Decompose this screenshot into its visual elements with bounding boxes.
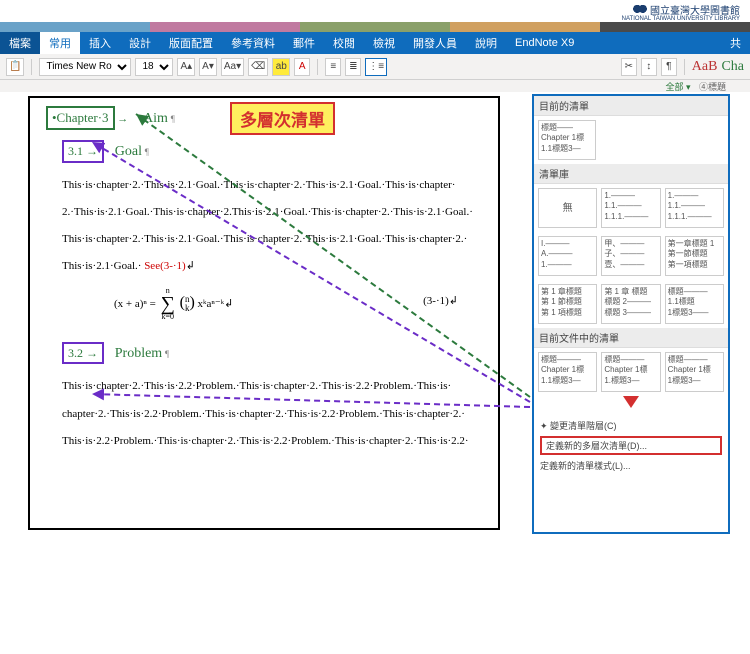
style-heading[interactable]: Cha (721, 59, 744, 75)
decorative-stripe (0, 22, 750, 32)
tab-endnote[interactable]: EndNote X9 (506, 32, 583, 54)
tab-insert[interactable]: 插入 (80, 32, 120, 54)
list-library-item[interactable]: 1.——— 1.1.——— 1.1.1.——— (665, 188, 724, 228)
document-page: •Chapter·3 → Aim 3.1 → Goal This·is·chap… (28, 96, 500, 530)
ribbon-toolbar: 📋 Times New Ro 18 A▴ A▾ Aa▾ ⌫ ab A ≡ ≣ ⋮… (0, 54, 750, 80)
see-reference: See(3-·1) (144, 260, 186, 272)
tab-view[interactable]: 檢視 (364, 32, 404, 54)
body-para-2: 2.·This·is·2.1·Goal.·This·is·chapter·2.T… (62, 204, 480, 221)
shrink-font-icon[interactable]: A▾ (199, 58, 217, 76)
bullets-icon[interactable]: ≡ (325, 58, 341, 76)
tab-developer[interactable]: 開發人員 (404, 32, 466, 54)
doc-list-item[interactable]: 標題——— Chapter 1標 1.標題3— (601, 352, 660, 392)
tab-mailings[interactable]: 郵件 (284, 32, 324, 54)
list-library-none[interactable]: 無 (538, 188, 597, 228)
library-header: 國立臺灣大學圖書館 NATIONAL TAIWAN UNIVERSITY LIB… (0, 0, 750, 22)
biaoti-label: ④標題 (699, 82, 726, 92)
chapter-3-title: Aim (143, 111, 168, 126)
list-library-item[interactable]: I.——— A.——— 1.——— (538, 236, 597, 276)
body-para-1: This·is·chapter·2.·This·is·2.1·Goal.·Thi… (62, 177, 480, 194)
section-document-lists: 目前文件中的清單 (534, 328, 728, 348)
ribbon-subrow: 全部 ▾ ④標題 (0, 80, 750, 92)
showmarks-icon[interactable]: ¶ (661, 58, 677, 76)
section-3-2-number: 3.2 → (62, 342, 104, 365)
body-para-5: This·is·chapter·2.·This·is·2.2·Problem.·… (62, 378, 480, 395)
paste-icon[interactable]: 📋 (6, 58, 24, 76)
section-current-list: 目前的清單 (534, 96, 728, 116)
multilevel-list-icon[interactable]: ⋮≡ (365, 58, 387, 76)
grow-font-icon[interactable]: A▴ (177, 58, 195, 76)
multilevel-list-callout: 多層次清單 (230, 102, 335, 135)
body-para-3: This·is·chapter·2.·This·is·2.1·Goal.·Thi… (62, 231, 480, 248)
tab-file[interactable]: 檔案 (0, 32, 40, 54)
section-3-1-title: Goal (115, 144, 142, 159)
list-library-item[interactable]: 第 1 章標題 第 1 節標題 第 1 項標題 (538, 284, 597, 324)
sort-icon[interactable]: ↕ (641, 58, 657, 76)
doc-list-item[interactable]: 標題——— Chapter 1標 1標題3— (665, 352, 724, 392)
doc-list-item[interactable]: 標題——— Chapter 1標 1.1標題3— (538, 352, 597, 392)
quan-label[interactable]: 全部 ▾ (665, 82, 690, 92)
highlight-icon[interactable]: ab (272, 58, 290, 76)
section-3-1-number: 3.1 → (62, 140, 104, 163)
font-name-select[interactable]: Times New Ro (39, 58, 131, 76)
change-list-level[interactable]: ✦ 變更清單階層(C) (540, 419, 722, 432)
section-3-2-title: Problem (115, 346, 162, 361)
list-library-item[interactable]: 第一章標題 1 第一節標題 第一項標題 (665, 236, 724, 276)
define-new-list-style[interactable]: 定義新的清單樣式(L)... (540, 459, 722, 472)
equation-number: (3-·1)↲ (423, 293, 458, 310)
ribbon-tabs: 檔案 常用 插入 設計 版面配置 參考資料 郵件 校閱 檢視 開發人員 說明 E… (0, 32, 750, 54)
list-library-item[interactable]: 甲、——— 子、——— 壹、——— (601, 236, 660, 276)
numbering-icon[interactable]: ≣ (345, 58, 361, 76)
tab-review[interactable]: 校閱 (324, 32, 364, 54)
tab-references[interactable]: 參考資料 (222, 32, 284, 54)
tab-help[interactable]: 說明 (466, 32, 506, 54)
share-button[interactable]: 共 (721, 32, 750, 54)
list-library-item[interactable]: 第 1 章 標題 標題 2——— 標題 3——— (601, 284, 660, 324)
tab-design[interactable]: 設計 (120, 32, 160, 54)
red-arrow-icon (623, 396, 639, 416)
tab-home[interactable]: 常用 (40, 32, 80, 54)
tab-layout[interactable]: 版面配置 (160, 32, 222, 54)
multilevel-list-panel: 目前的清單 標題—— Chapter 1標 1.1標題3— 清單庫 無 1.——… (532, 94, 730, 534)
style-normal[interactable]: AaB (692, 59, 718, 75)
font-color-icon[interactable]: A (294, 58, 310, 76)
find-icon[interactable]: ✂ (621, 58, 637, 76)
section-list-library: 清單庫 (534, 164, 728, 184)
font-size-select[interactable]: 18 (135, 58, 173, 76)
define-new-multilevel-list[interactable]: 定義新的多層次清單(D)... (540, 436, 722, 455)
change-case-icon[interactable]: Aa▾ (221, 58, 244, 76)
body-para-4: This·is·2.1·Goal.· (62, 260, 141, 272)
equation-block: (x + a)ⁿ = n ∑ k=0 (nk) xᵏaⁿ⁻ᵏ↲ (3-·1)↲ (62, 279, 480, 324)
current-list-preview[interactable]: 標題—— Chapter 1標 1.1標題3— (538, 120, 596, 160)
body-para-6: chapter·2.·This·is·2.2·Problem.·This·is·… (62, 406, 480, 423)
chapter-3-heading: •Chapter·3 (46, 106, 115, 130)
clear-format-icon[interactable]: ⌫ (248, 58, 268, 76)
library-name-zh: 國立臺灣大學圖書館 (650, 6, 740, 17)
list-library-item[interactable]: 1.——— 1.1.——— 1.1.1.——— (601, 188, 660, 228)
list-library-item[interactable]: 標題——— 1.1標題 1標題3—— (665, 284, 724, 324)
body-para-7: This·is·2.2·Problem.·This·is·chapter·2.·… (62, 433, 480, 450)
